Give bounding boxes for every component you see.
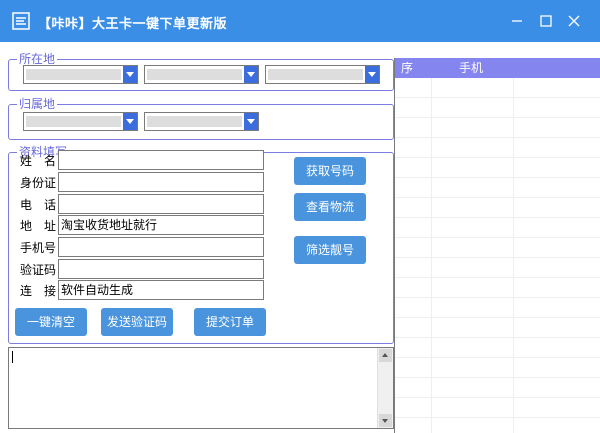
log-scrollbar[interactable] [377,348,393,428]
result-grid[interactable]: 序 手机 [394,58,600,433]
grid-row[interactable] [395,218,600,238]
chevron-down-icon[interactable] [244,66,258,83]
mobile-input[interactable] [58,237,264,257]
verify-code-input[interactable] [58,259,264,279]
name-input[interactable] [58,150,264,170]
grid-row[interactable] [395,258,600,278]
scroll-down-icon[interactable] [379,414,392,427]
grid-row[interactable] [395,78,600,98]
address-input[interactable]: 淘宝收货地址就行 [58,215,264,235]
clear-all-button[interactable]: 一键清空 [15,308,87,336]
title-bar[interactable]: 【咔咔】大王卡一键下单更新版 [0,0,600,42]
log-textarea[interactable] [8,347,394,429]
grid-row[interactable] [395,318,600,338]
grid-row[interactable] [395,118,600,138]
grid-row[interactable] [395,398,600,418]
verify-code-label: 验证码 [20,263,57,277]
grid-row[interactable] [395,158,600,178]
grid-row[interactable] [395,278,600,298]
mobile-label: 手机号 [20,241,57,255]
id-card-label: 身份证 [20,176,57,190]
grid-row[interactable] [395,238,600,258]
id-card-input[interactable] [58,172,264,192]
check-logistics-button[interactable]: 查看物流 [294,193,366,221]
province-select-value [26,69,121,80]
link-input[interactable]: 软件自动生成 [58,280,264,300]
phone-input[interactable] [58,194,264,214]
belong-province-value [26,116,121,127]
chevron-down-icon[interactable] [365,66,379,83]
grid-row[interactable] [395,338,600,358]
column-header-index[interactable]: 序 [401,58,413,78]
belong-province-select[interactable] [23,112,138,131]
location-group-label: 所在地 [17,52,58,66]
chevron-down-icon[interactable] [123,113,137,130]
send-code-button[interactable]: 发送验证码 [101,308,173,336]
minimize-icon[interactable] [505,9,529,33]
location-group: 所在地 [8,52,394,91]
district-select[interactable] [265,65,380,84]
phone-label: 电 话 [20,198,57,212]
get-number-button[interactable]: 获取号码 [294,157,366,185]
address-label: 地 址 [20,219,57,233]
district-select-value [268,69,363,80]
city-select[interactable] [144,65,259,84]
link-label: 连 接 [20,284,57,298]
grid-row[interactable] [395,138,600,158]
maximize-icon[interactable] [534,9,558,33]
filter-number-button[interactable]: 筛选靓号 [294,236,366,264]
province-select[interactable] [23,65,138,84]
scroll-up-icon[interactable] [379,349,392,362]
grid-row[interactable] [395,98,600,118]
belong-group: 归属地 [8,97,394,140]
grid-row[interactable] [395,178,600,198]
grid-row[interactable] [395,378,600,398]
grid-row[interactable] [395,198,600,218]
city-select-value [147,69,242,80]
app-logo-icon [12,12,30,30]
chevron-down-icon[interactable] [123,66,137,83]
column-header-phone[interactable]: 手机 [459,58,483,78]
submit-order-button[interactable]: 提交订单 [194,308,266,336]
belong-group-label: 归属地 [17,97,58,111]
belong-city-select[interactable] [144,112,259,131]
window-title: 【咔咔】大王卡一键下单更新版 [38,17,228,32]
name-label: 姓 名 [20,154,57,168]
chevron-down-icon[interactable] [244,113,258,130]
belong-city-value [147,116,242,127]
grid-row[interactable] [395,358,600,378]
grid-header: 序 手机 [395,58,600,78]
close-icon[interactable] [562,9,586,33]
text-caret [12,351,13,363]
grid-row[interactable] [395,298,600,318]
